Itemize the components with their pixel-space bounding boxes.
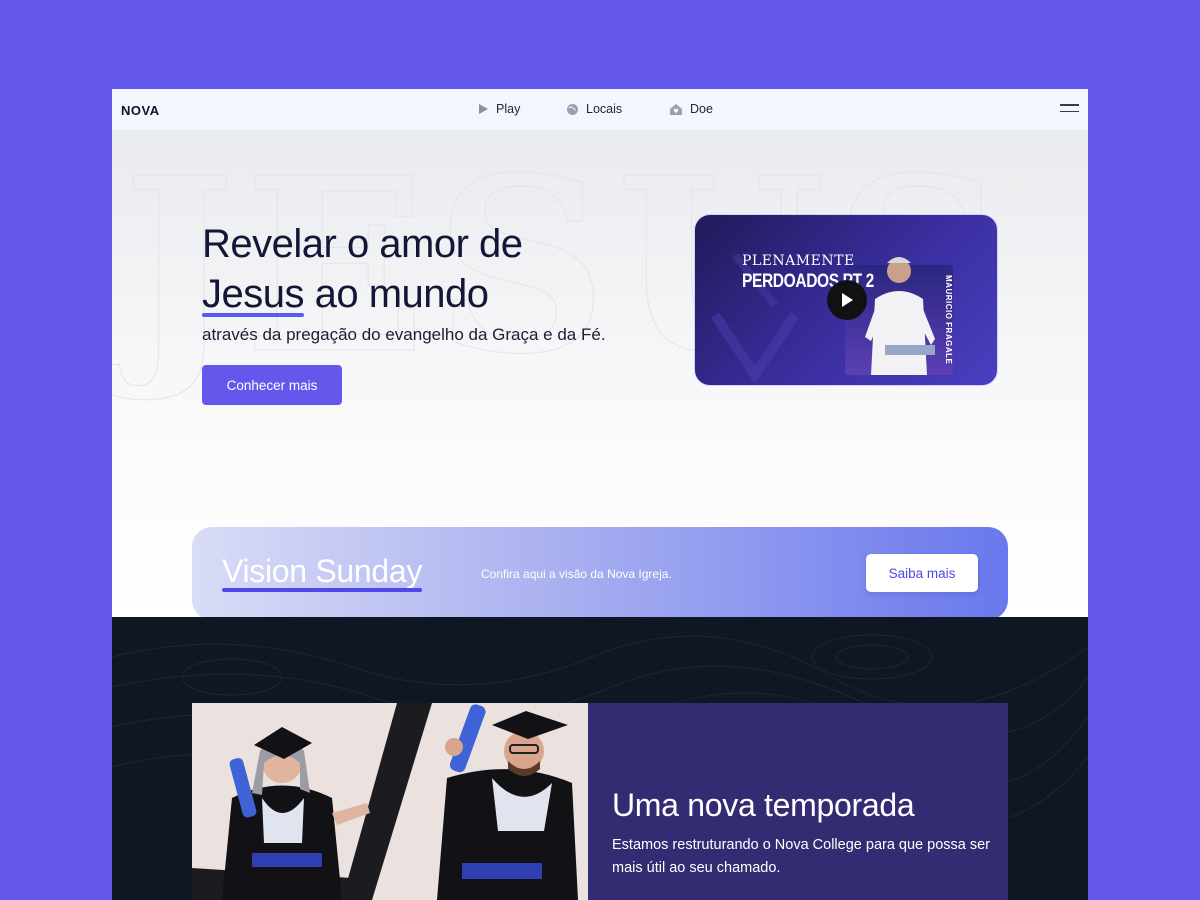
video-speaker-name: MAURICIO FRAGALE (944, 275, 953, 365)
heart-house-icon (670, 103, 682, 115)
hero-title-line1: Revelar o amor de (202, 222, 523, 266)
nav-item-doe[interactable]: Doe (669, 102, 713, 116)
hamburger-menu-icon[interactable] (1060, 104, 1079, 114)
season-title: Uma nova temporada (612, 787, 915, 823)
hero-title-highlight: Jesus (202, 269, 305, 319)
nav-item-label: Doe (690, 102, 713, 116)
play-icon (479, 104, 488, 114)
video-play-button[interactable] (827, 280, 867, 320)
nav-item-label: Play (496, 102, 521, 116)
vision-description: Confira aqui a visão da Nova Igreja. (481, 567, 672, 581)
nav-item-locais[interactable]: Locais (566, 102, 622, 116)
nova-college-section: Uma nova temporada Estamos restruturando… (112, 617, 1088, 900)
saiba-mais-button[interactable]: Saiba mais (866, 554, 978, 592)
hero-title: Revelar o amor de Jesus ao mundo (202, 219, 523, 319)
graduates-photo (192, 703, 588, 900)
browser-frame: NOVA Play Locais Doe JESUS Revelar o amo… (112, 89, 1088, 900)
hero-title-line2: ao mundo (314, 272, 489, 316)
vision-title[interactable]: Vision Sunday (222, 553, 422, 592)
nav-item-play[interactable]: Play (478, 102, 520, 116)
video-thumbnail[interactable]: PLENAMENTE PERDOADOS PT 2 MAURICIO FRAGA… (694, 214, 998, 386)
hero-section: JESUS Revelar o amor de Jesus ao mundo a… (112, 131, 1088, 617)
hero-subtitle: através da pregação do evangelho da Graç… (202, 325, 606, 344)
play-icon (842, 293, 853, 307)
globe-icon (567, 103, 578, 115)
conhecer-mais-button[interactable]: Conhecer mais (202, 365, 342, 405)
season-description: Estamos restruturando o Nova College par… (612, 837, 991, 876)
nav-item-label: Locais (586, 102, 623, 116)
graduates-illustration (192, 703, 588, 900)
top-navbar: NOVA Play Locais Doe (112, 89, 1088, 131)
vision-sunday-banner: Vision Sunday Confira aqui a visão da No… (192, 527, 1008, 617)
nova-college-panel: Uma nova temporada Estamos restruturando… (588, 703, 1008, 900)
speaker-figure (865, 257, 935, 375)
nova-logo[interactable]: NOVA (121, 103, 160, 118)
video-title-line1: PLENAMENTE (742, 253, 855, 269)
